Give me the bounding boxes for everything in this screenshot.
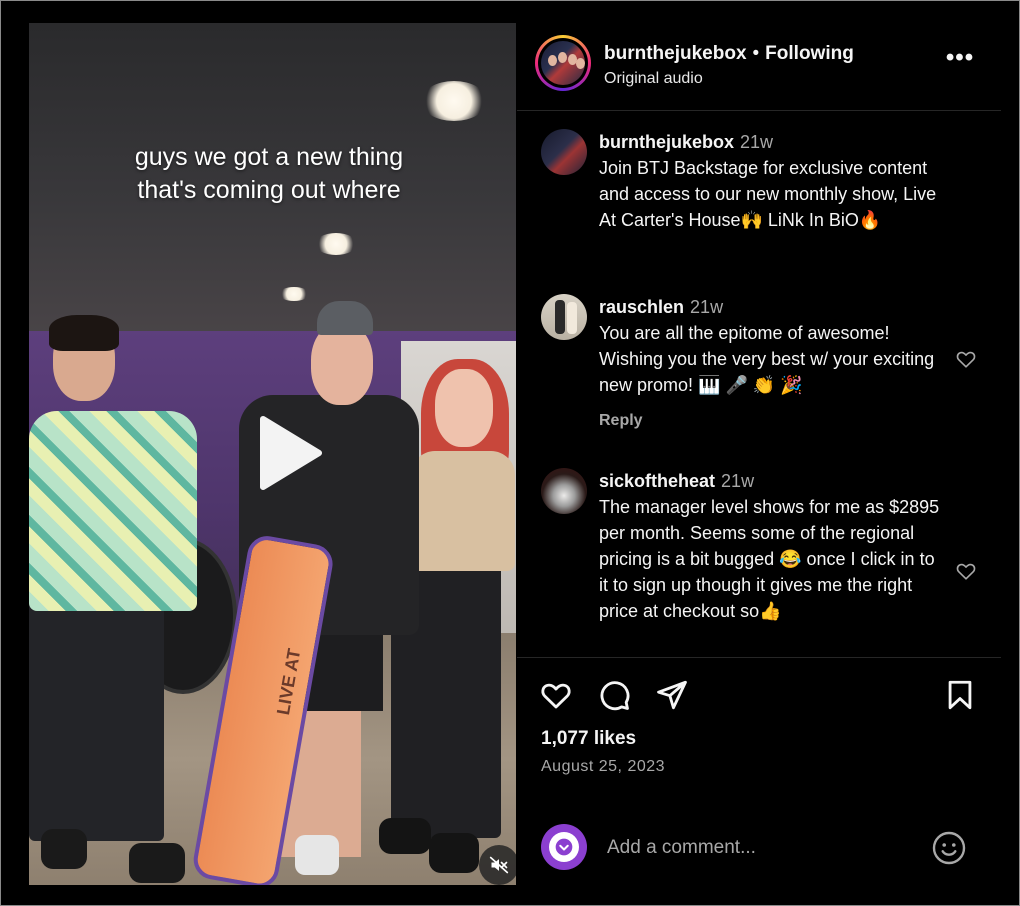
video-caption-line: guys we got a new thing (134, 143, 404, 171)
video-player[interactable]: YAMAHA LIVE AT guys we got a new thing t… (29, 23, 516, 885)
avatar-image (541, 41, 585, 85)
caption-text: Join BTJ Backstage for exclusive content… (599, 158, 937, 230)
chevron-down-icon (555, 838, 573, 856)
person-right-boot (429, 833, 479, 873)
header-separator: • (752, 43, 760, 64)
caption-username[interactable]: burnthejukebox (599, 132, 734, 152)
person-left-shoe (41, 829, 87, 869)
avatar-border (538, 38, 588, 88)
header-user-line: burnthejukebox • Following (604, 43, 854, 65)
paper-plane-icon[interactable] (655, 678, 689, 712)
ceiling-light (279, 287, 309, 301)
play-icon[interactable] (233, 403, 333, 503)
person-right-head (435, 369, 493, 447)
comment-bubble-icon[interactable] (597, 678, 631, 712)
person-left (29, 591, 164, 841)
comment-time: 21w (721, 471, 755, 491)
comment-time: 21w (690, 297, 724, 317)
post-sidebar: burnthejukebox • Following Original audio … (517, 23, 1001, 885)
comment-text: The manager level shows for me as $2895 … (599, 497, 940, 621)
avatar[interactable] (535, 35, 591, 91)
caption-avatar[interactable] (541, 129, 587, 175)
caption-time: 21w (740, 132, 774, 152)
header-username[interactable]: burnthejukebox (604, 43, 747, 64)
video-caption-line: that's coming out where (137, 176, 401, 204)
post-header: burnthejukebox • Following Original audio … (517, 23, 1001, 111)
person-right-top (411, 451, 515, 571)
mute-button[interactable] (479, 845, 516, 885)
comment-body: rauschlen 21w You are all the epitome of … (599, 294, 944, 398)
person-middle-shoe (295, 835, 339, 875)
comment-avatar[interactable] (541, 468, 587, 514)
person-middle-head (311, 323, 373, 405)
bookmark-icon[interactable] (943, 678, 977, 712)
reply-button[interactable]: Reply (599, 412, 643, 430)
post-actions: 1,077 likes August 25, 2023 (517, 657, 1001, 886)
comment-username[interactable]: sickoftheheat (599, 471, 715, 491)
likes-count[interactable]: 1,077 likes (541, 728, 636, 750)
current-user-avatar (541, 824, 587, 870)
person-left-shoe (129, 843, 185, 883)
audio-label[interactable]: Original audio (604, 70, 703, 88)
post-date: August 25, 2023 (541, 758, 666, 775)
heart-icon[interactable] (539, 678, 573, 712)
ceiling-light (421, 81, 487, 121)
add-comment-bar (517, 812, 1001, 884)
muted-speaker-icon (489, 856, 509, 874)
video-caption: guys we got a new thing that's coming ou… (69, 141, 469, 207)
comment-input[interactable] (605, 832, 909, 864)
person-right-boot (379, 818, 431, 854)
caption-body: burnthejukebox 21w Join BTJ Backstage for… (599, 129, 944, 233)
comments-list[interactable]: burnthejukebox 21w Join BTJ Backstage for… (517, 111, 1001, 657)
comment-avatar[interactable] (541, 294, 587, 340)
person-left-hair (49, 315, 119, 351)
comment-username[interactable]: rauschlen (599, 297, 684, 317)
smiley-icon[interactable] (931, 830, 967, 866)
more-options-icon[interactable]: ••• (945, 45, 975, 71)
person-middle-cap (317, 301, 373, 335)
heart-icon[interactable] (955, 560, 977, 582)
post-modal: YAMAHA LIVE AT guys we got a new thing t… (0, 0, 1020, 906)
comment-body: sickoftheheat 21w The manager level shows… (599, 468, 944, 624)
person-left-shirt (29, 411, 197, 611)
comment-text: You are all the epitome of awesome! Wish… (599, 323, 935, 395)
ceiling-light (315, 233, 357, 255)
avatar-inner (549, 832, 579, 862)
follow-status-button[interactable]: Following (765, 43, 854, 64)
heart-icon[interactable] (955, 348, 977, 370)
